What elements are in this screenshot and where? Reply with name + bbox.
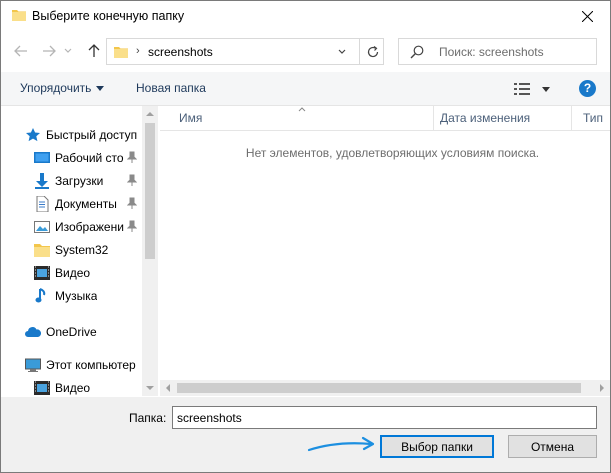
breadcrumb-current[interactable]: screenshots <box>148 45 213 59</box>
folder-label: Папка: <box>129 411 167 425</box>
nav-item-quick-access[interactable]: Быстрый доступ <box>1 124 141 146</box>
nav-item-label: Документы <box>55 197 117 211</box>
arrow-right-icon <box>43 45 56 57</box>
nav-item-documents[interactable]: Документы <box>1 193 141 215</box>
column-name[interactable]: Имя <box>179 111 202 125</box>
folder-icon <box>114 47 128 58</box>
nav-item-this-pc[interactable]: Этот компьютер <box>1 354 141 376</box>
title-bar: Выберите конечную папку <box>1 1 610 32</box>
column-divider[interactable] <box>433 106 434 130</box>
breadcrumb-separator: › <box>136 45 140 57</box>
annotation-arrow-icon <box>307 436 375 452</box>
nav-item-desktop[interactable]: Рабочий сто <box>1 147 141 169</box>
nav-item-label: Загрузки <box>55 174 104 188</box>
nav-item-onedrive[interactable]: OneDrive <box>1 321 141 343</box>
dialog-footer: Папка: Выбор папки Отмена <box>1 397 610 472</box>
file-list: Имя Дата изменения Тип Нет элементов, уд… <box>160 106 610 396</box>
cancel-button[interactable]: Отмена <box>508 435 597 458</box>
details-view-icon <box>514 83 530 95</box>
organize-button[interactable]: Упорядочить <box>20 81 105 95</box>
select-folder-button[interactable]: Выбор папки <box>380 435 494 458</box>
video-icon <box>34 266 50 280</box>
nav-item-label: Музыка <box>55 289 98 303</box>
new-folder-button[interactable]: Новая папка <box>136 81 206 95</box>
nav-item-music[interactable]: Музыка <box>1 285 141 307</box>
refresh-icon <box>367 45 378 57</box>
cloud-icon <box>25 327 41 337</box>
scroll-up-arrow[interactable] <box>146 112 154 116</box>
chevron-down-icon <box>338 49 346 54</box>
nav-item-label: Быстрый доступ <box>46 128 138 142</box>
back-button[interactable] <box>13 43 29 59</box>
arrow-up-icon <box>88 44 100 57</box>
search-placeholder: Поиск: screenshots <box>439 45 544 59</box>
pin-icon <box>127 197 137 209</box>
close-button[interactable] <box>564 1 610 32</box>
command-bar: Упорядочить Новая папка ? <box>1 72 610 106</box>
folder-icon <box>34 244 50 257</box>
pin-icon <box>127 174 137 186</box>
sort-ascending-icon <box>298 107 306 112</box>
scroll-left-arrow[interactable] <box>166 384 170 392</box>
scroll-thumb[interactable] <box>145 123 155 259</box>
column-type[interactable]: Тип <box>583 111 603 125</box>
column-header: Имя Дата изменения Тип <box>160 106 610 131</box>
scroll-right-arrow[interactable] <box>600 384 604 392</box>
close-icon <box>581 11 593 22</box>
caret-down-icon <box>96 86 105 92</box>
computer-icon <box>25 358 41 372</box>
nav-item-label: Изображени <box>55 220 124 234</box>
pin-icon <box>127 151 137 163</box>
folder-icon <box>12 10 26 21</box>
navigation-pane: Быстрый доступ Рабочий сто Загрузки Доку… <box>1 106 158 396</box>
video-icon <box>34 381 50 395</box>
music-icon <box>35 288 46 303</box>
star-icon <box>26 128 40 142</box>
recent-locations-button[interactable] <box>63 43 73 59</box>
nav-item-label: Видео <box>55 266 91 280</box>
nav-item-label: Видео <box>55 381 91 395</box>
search-icon <box>410 45 424 59</box>
nav-item-pictures[interactable]: Изображени <box>1 216 141 238</box>
address-history-button[interactable] <box>336 46 348 58</box>
nav-item-downloads[interactable]: Загрузки <box>1 170 141 192</box>
chevron-down-icon <box>64 48 72 53</box>
folder-picker-dialog: Выберите конечную папку › screenshots По… <box>0 0 611 473</box>
caret-down-icon[interactable] <box>542 86 550 92</box>
refresh-button[interactable] <box>359 39 385 64</box>
nav-item-videos[interactable]: Видео <box>1 262 141 284</box>
nav-item-label: Рабочий сто <box>55 151 124 165</box>
nav-item-label: System32 <box>55 243 109 257</box>
help-button[interactable]: ? <box>579 80 596 97</box>
empty-message: Нет элементов, удовлетворяющих условиям … <box>245 146 540 160</box>
documents-icon <box>36 196 49 212</box>
download-icon <box>35 173 49 189</box>
pin-icon <box>127 220 137 232</box>
navigation-scrollbar[interactable] <box>142 106 158 396</box>
nav-item-system32[interactable]: System32 <box>1 239 141 261</box>
nav-item-pc-videos[interactable]: Видео <box>1 377 141 399</box>
nav-item-label: OneDrive <box>46 325 97 339</box>
pictures-icon <box>34 221 50 233</box>
navigation-bar: › screenshots Поиск: screenshots <box>1 33 610 71</box>
nav-item-label: Этот компьютер <box>46 358 136 372</box>
horizontal-scrollbar[interactable] <box>160 380 610 396</box>
column-divider[interactable] <box>571 106 572 130</box>
address-bar[interactable]: › screenshots <box>106 38 384 65</box>
organize-label: Упорядочить <box>20 81 92 95</box>
forward-button[interactable] <box>41 43 57 59</box>
scroll-down-arrow[interactable] <box>146 386 154 390</box>
search-box[interactable]: Поиск: screenshots <box>398 38 597 65</box>
up-button[interactable] <box>86 43 102 59</box>
desktop-icon <box>34 152 50 163</box>
column-date-modified[interactable]: Дата изменения <box>440 111 530 125</box>
folder-name-input[interactable] <box>172 406 597 429</box>
scroll-thumb[interactable] <box>177 383 581 393</box>
window-title: Выберите конечную папку <box>32 9 185 23</box>
arrow-left-icon <box>14 45 27 57</box>
change-view-button[interactable] <box>514 81 554 97</box>
